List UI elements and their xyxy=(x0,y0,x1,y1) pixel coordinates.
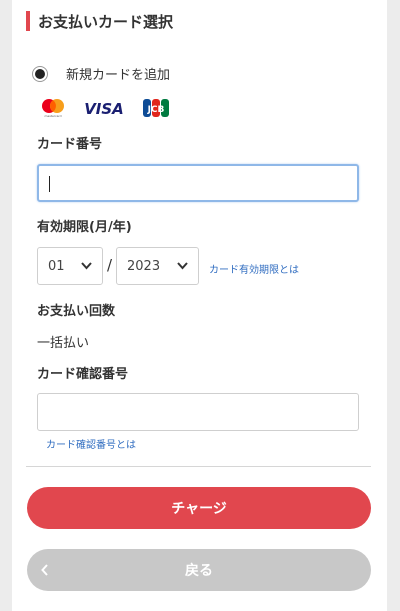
charge-button[interactable]: チャージ xyxy=(27,487,371,529)
chevron-down-icon xyxy=(177,262,188,270)
new-card-option[interactable]: 新規カードを追加 xyxy=(32,64,170,83)
security-code-label: カード確認番号 xyxy=(37,367,129,382)
chevron-down-icon xyxy=(81,262,92,270)
expiry-separator: / xyxy=(107,256,113,274)
title-accent-bar xyxy=(26,11,30,31)
expiry-month-select[interactable]: 01 xyxy=(37,247,103,285)
expiry-label: 有効期限(月/年) xyxy=(37,220,132,235)
back-button-label: 戻る xyxy=(185,563,213,579)
security-code-input[interactable] xyxy=(37,393,359,431)
section-title-text: お支払いカード選択 xyxy=(38,12,174,31)
payment-panel: お支払いカード選択 新規カードを追加 mastercard VISA JCB カ… xyxy=(12,0,387,611)
svg-text:VISA: VISA xyxy=(84,100,124,118)
divider xyxy=(26,466,371,467)
back-button[interactable]: 戻る xyxy=(27,549,371,591)
text-caret xyxy=(49,176,50,192)
new-card-label: 新規カードを追加 xyxy=(66,68,171,83)
charge-button-label: チャージ xyxy=(171,501,227,517)
jcb-icon: JCB xyxy=(143,99,169,117)
new-card-radio[interactable] xyxy=(32,65,48,82)
card-number-input[interactable] xyxy=(37,164,359,202)
payment-count-value: 一括払い xyxy=(37,336,90,351)
payment-count-label: お支払い回数 xyxy=(37,304,116,319)
card-number-label: カード番号 xyxy=(37,137,103,152)
expiry-month-value: 01 xyxy=(48,258,65,274)
section-title: お支払いカード選択 xyxy=(26,10,173,32)
visa-icon: VISA xyxy=(84,100,124,118)
svg-text:mastercard: mastercard xyxy=(44,114,61,118)
chevron-left-icon xyxy=(41,564,48,576)
mastercard-icon: mastercard xyxy=(42,99,64,118)
expiry-year-value: 2023 xyxy=(127,258,161,274)
expiry-help-link[interactable]: カード有効期限とは xyxy=(209,261,299,276)
card-brands: mastercard VISA JCB xyxy=(40,98,186,118)
svg-text:JCB: JCB xyxy=(147,105,165,115)
expiry-year-select[interactable]: 2023 xyxy=(116,247,199,285)
security-code-help-link[interactable]: カード確認番号とは xyxy=(46,436,136,451)
